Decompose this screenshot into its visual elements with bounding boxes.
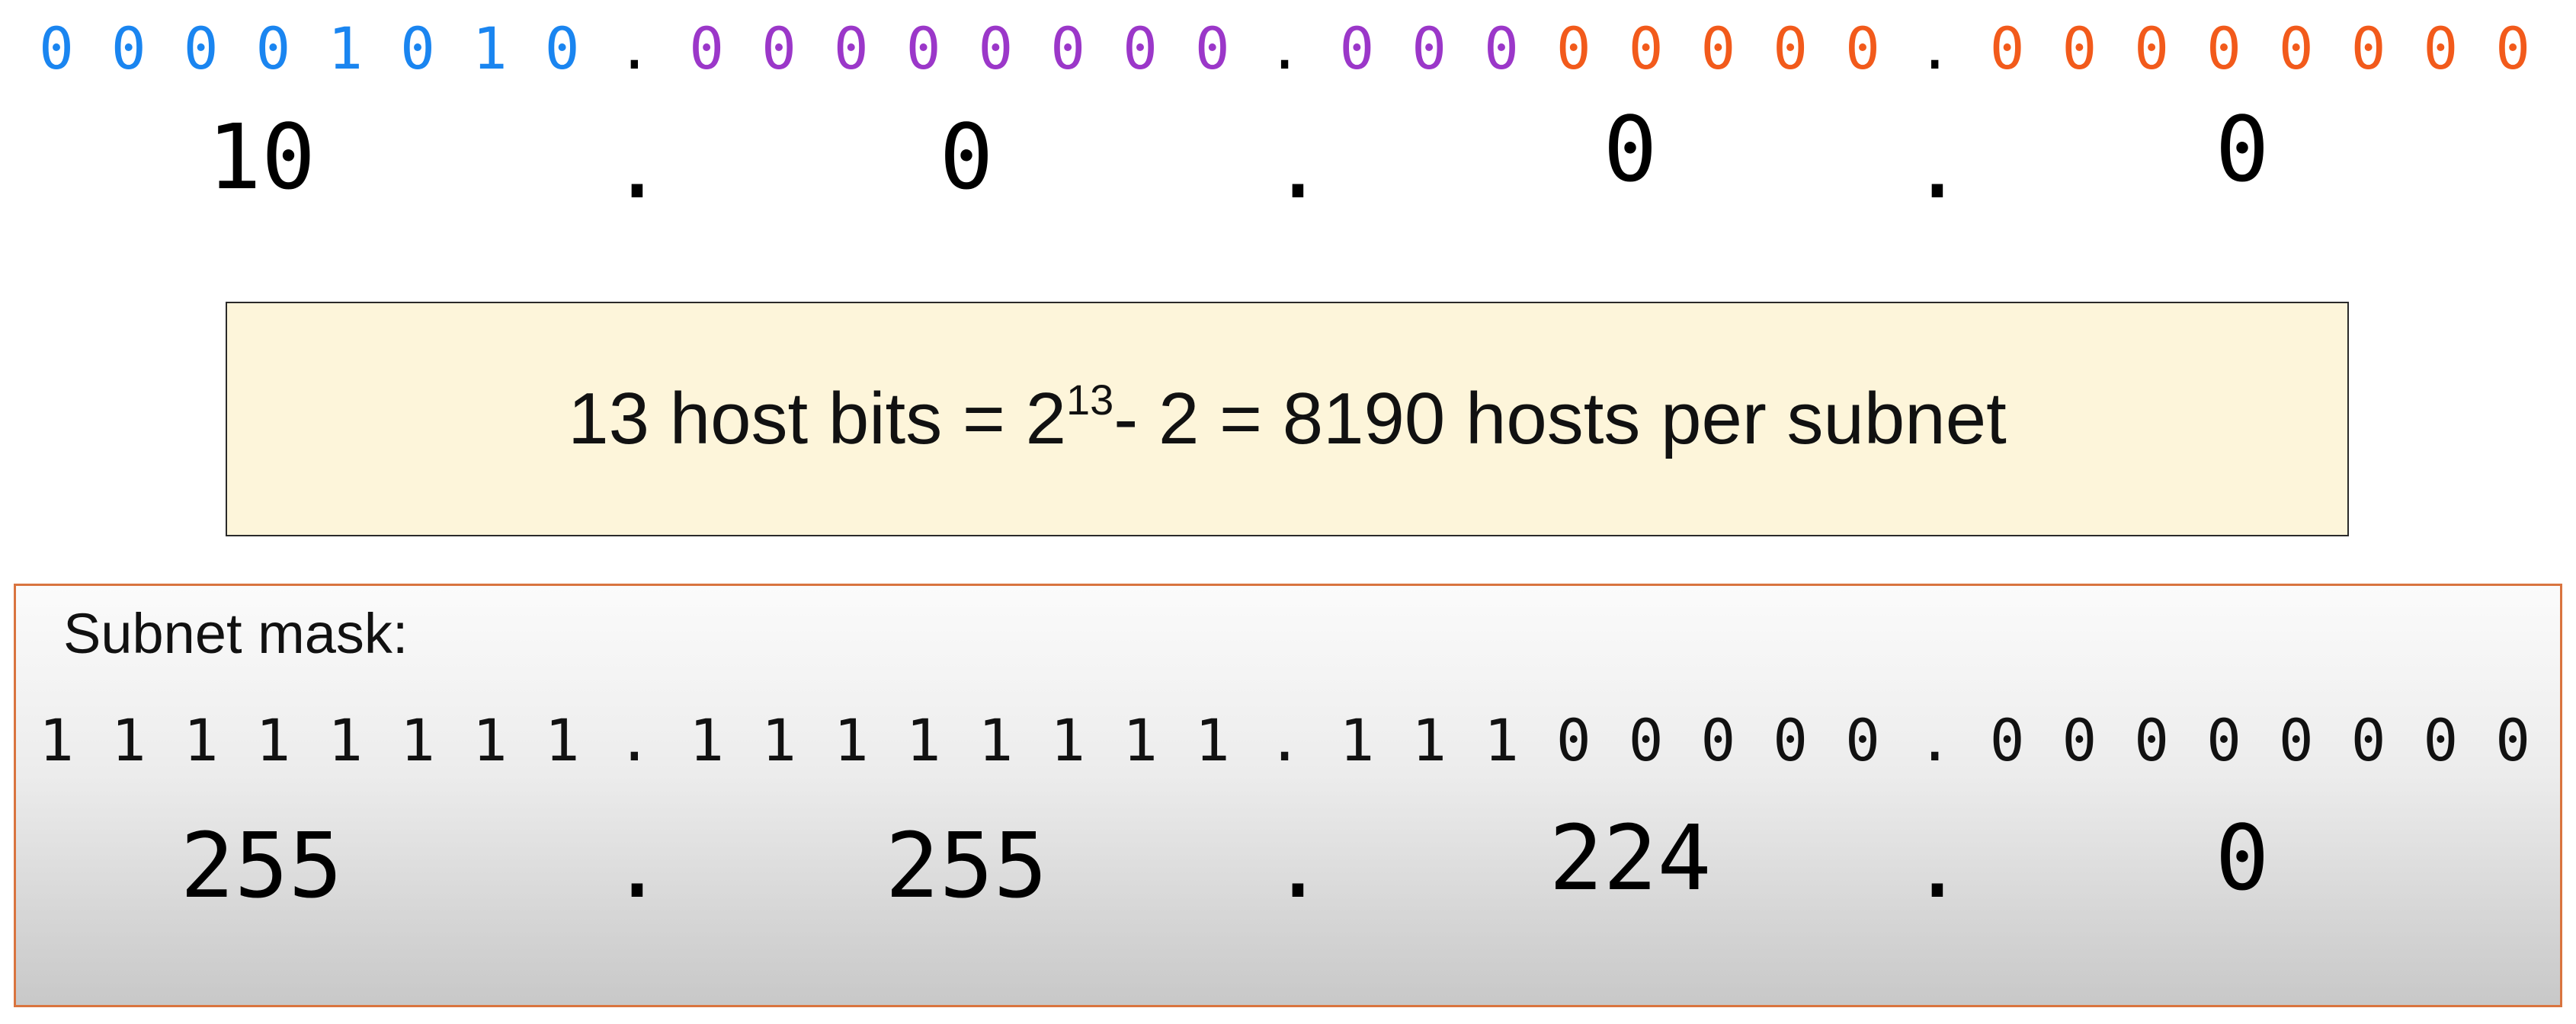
subnet-mask-panel: Subnet mask: [14, 584, 2562, 1007]
mask-dot-2: . [1270, 813, 1325, 918]
ip-bit: 0 [761, 14, 796, 82]
mask-octet-3: 224 [1549, 805, 1712, 910]
mask-bit: 1 [255, 706, 291, 774]
ip-bit: 0 [978, 14, 1014, 82]
ip-octet-1: 10 [207, 104, 316, 210]
ip-octet-2: 0 [939, 104, 994, 210]
mask-bit: 1 [1411, 706, 1447, 774]
mask-bit: 0 [1773, 706, 1809, 774]
mask-bit: 0 [2062, 706, 2097, 774]
mask-bit: 0 [2134, 706, 2170, 774]
ip-dot-1: . [610, 114, 665, 219]
ip-bit: 0 [833, 14, 869, 82]
mask-bit: 1 [1123, 706, 1158, 774]
mask-bit: 0 [2423, 706, 2459, 774]
ip-bit: 0 [1845, 14, 1880, 82]
mask-bit: 0 [2206, 706, 2241, 774]
formula-suffix: - 2 = 8190 hosts per subnet [1113, 378, 2007, 459]
mask-bit: 0 [1628, 706, 1664, 774]
ip-bit: 0 [2278, 14, 2314, 82]
ip-dot-2: . [1270, 114, 1325, 219]
ip-bit: 0 [2062, 14, 2097, 82]
ip-bit: 0 [1123, 14, 1158, 82]
ip-bit: 0 [2495, 14, 2531, 82]
ip-bit: 0 [39, 14, 74, 82]
mask-bit: 1 [183, 706, 219, 774]
ip-bit: 0 [400, 14, 435, 82]
ip-separator: . [1267, 14, 1302, 82]
ip-bit: 0 [1194, 14, 1230, 82]
mask-bit: 1 [472, 706, 508, 774]
mask-bit: 1 [1339, 706, 1375, 774]
ip-octet-4: 0 [2215, 97, 2270, 202]
mask-bit: 0 [1700, 706, 1736, 774]
ip-bit: 0 [111, 14, 146, 82]
mask-bit: 1 [1050, 706, 1086, 774]
ip-separator: . [1917, 14, 1953, 82]
mask-bit: 0 [1556, 706, 1591, 774]
ip-bit: 0 [1411, 14, 1447, 82]
mask-bit: 0 [2350, 706, 2386, 774]
ip-bit: 0 [2134, 14, 2170, 82]
mask-dot-1: . [610, 813, 665, 918]
mask-octet-1: 255 [180, 813, 343, 918]
mask-dot-3: . [1910, 813, 1965, 918]
host-count-formula-box: 13 host bits = 213- 2 = 8190 hosts per s… [226, 302, 2349, 536]
ip-decimal-row: 10 . 0 . 0 . 0 [0, 97, 2576, 219]
ip-bit: 0 [183, 14, 219, 82]
mask-bit: 1 [761, 706, 796, 774]
mask-separator: . [617, 706, 652, 774]
subnet-mask-label: Subnet mask: [63, 602, 409, 665]
mask-bit: 0 [2278, 706, 2314, 774]
mask-bit: 1 [1484, 706, 1519, 774]
mask-separator: . [1267, 706, 1302, 774]
mask-bit: 1 [544, 706, 580, 774]
ip-bit: 0 [1773, 14, 1809, 82]
mask-bit: 1 [111, 706, 146, 774]
mask-bit: 1 [833, 706, 869, 774]
mask-bit: 1 [39, 706, 74, 774]
mask-decimal-row: 255 . 255 . 224 . 0 [0, 805, 2576, 919]
mask-octet-2: 255 [885, 813, 1048, 918]
mask-bit: 1 [689, 706, 725, 774]
mask-bit: 1 [978, 706, 1014, 774]
ip-binary-row: 00001010.00000000.00000000.00000000 [0, 18, 2576, 79]
ip-octet-3: 0 [1603, 97, 1658, 202]
mask-octet-4: 0 [2215, 805, 2270, 910]
mask-bit: 0 [2495, 706, 2531, 774]
mask-bit: 1 [400, 706, 435, 774]
mask-separator: . [1917, 706, 1953, 774]
ip-bit: 0 [689, 14, 725, 82]
mask-bit: 0 [1845, 706, 1880, 774]
mask-bit: 1 [1194, 706, 1230, 774]
ip-bit: 0 [1339, 14, 1375, 82]
formula-exponent: 13 [1066, 376, 1114, 424]
ip-bit: 0 [2206, 14, 2241, 82]
ip-bit: 1 [328, 14, 364, 82]
host-count-formula: 13 host bits = 213- 2 = 8190 hosts per s… [568, 376, 2007, 461]
ip-bit: 0 [2423, 14, 2459, 82]
ip-bit: 0 [1628, 14, 1664, 82]
ip-bit: 0 [1484, 14, 1519, 82]
ip-bit: 0 [1556, 14, 1591, 82]
mask-bit: 1 [328, 706, 364, 774]
ip-bit: 0 [544, 14, 580, 82]
ip-bit: 0 [1700, 14, 1736, 82]
ip-bit: 0 [1050, 14, 1086, 82]
ip-bit: 0 [1989, 14, 2025, 82]
ip-bit: 0 [255, 14, 291, 82]
ip-dot-3: . [1910, 114, 1965, 219]
ip-bit: 0 [2350, 14, 2386, 82]
ip-bit: 0 [905, 14, 941, 82]
ip-separator: . [617, 14, 652, 82]
formula-prefix: 13 host bits = 2 [568, 378, 1066, 459]
mask-bit: 1 [905, 706, 941, 774]
mask-binary-row: 11111111.11111111.11100000.00000000 [0, 710, 2576, 771]
ip-bit: 1 [472, 14, 508, 82]
mask-bit: 0 [1989, 706, 2025, 774]
